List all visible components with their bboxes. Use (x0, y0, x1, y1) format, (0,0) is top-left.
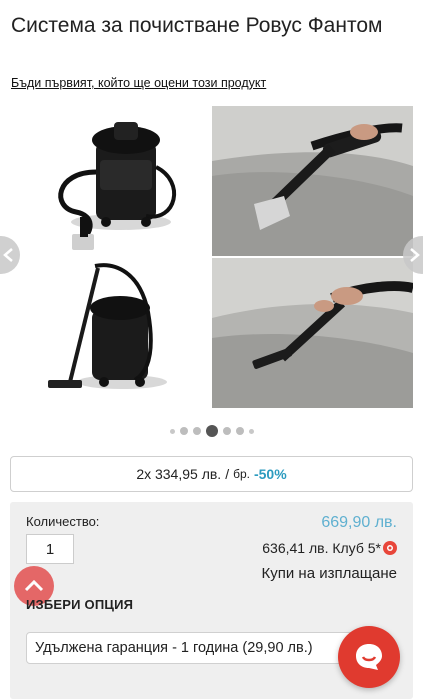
choose-option-heading: ИЗБЕРИ ОПЦИЯ (26, 597, 134, 612)
installment-price-box: 2х 334,95 лв. / бр. -50% (10, 456, 413, 492)
installment-price: 2х 334,95 лв. (136, 466, 222, 482)
product-gallery[interactable] (0, 104, 423, 414)
quantity-label: Количество: (26, 514, 100, 529)
gallery-dot[interactable] (179, 427, 188, 435)
warranty-option-select[interactable]: Удължена гаранция - 1 година (29,90 лв.) (26, 632, 371, 664)
gallery-dot[interactable] (192, 427, 201, 435)
club-price: 636,41 лв. Клуб 5* (262, 540, 397, 556)
club-price-text: 636,41 лв. Клуб 5* (262, 540, 381, 556)
chevron-right-icon (410, 248, 420, 262)
chevron-left-icon (3, 248, 13, 262)
gallery-dot[interactable] (235, 427, 244, 435)
chat-button[interactable] (338, 626, 400, 688)
product-image-3[interactable] (40, 262, 180, 402)
gallery-dot[interactable] (169, 428, 175, 434)
product-image-4[interactable] (212, 258, 413, 408)
gallery-dot[interactable] (222, 427, 231, 435)
buy-on-installment-link[interactable]: Купи на изплащане (262, 565, 397, 582)
gallery-pagination (0, 425, 423, 437)
product-title: Система за почистване Ровус Фантом (11, 14, 383, 37)
club-badge-icon (383, 541, 397, 555)
product-image-1[interactable] (36, 112, 186, 254)
discount-badge: -50% (253, 466, 287, 482)
product-image-2[interactable] (212, 106, 413, 256)
gallery-dot-active[interactable] (205, 425, 218, 437)
price-separator: / (225, 466, 230, 482)
regular-price: 669,90 лв. (321, 514, 397, 531)
chevron-up-icon (24, 580, 44, 592)
gallery-dot[interactable] (248, 428, 254, 434)
chat-icon (356, 644, 382, 670)
price-unit: бр. (233, 467, 250, 481)
quantity-input[interactable]: 1 (26, 534, 74, 564)
rate-product-link[interactable]: Бъди първият, който ще оцени този продук… (11, 76, 266, 90)
